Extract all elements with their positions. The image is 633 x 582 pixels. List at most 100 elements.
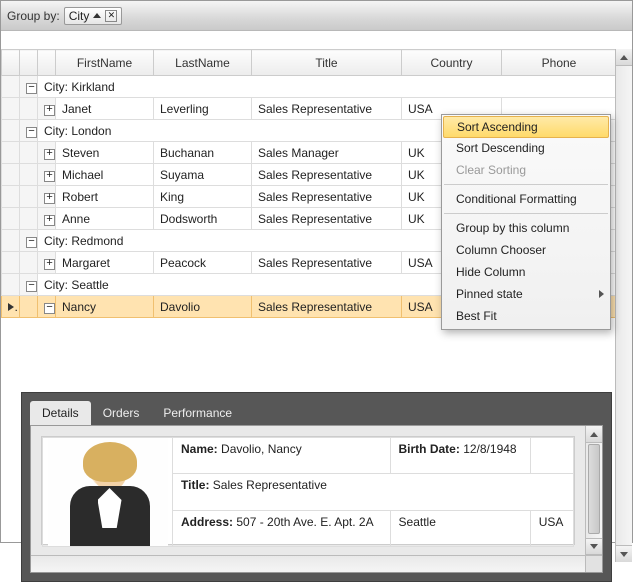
menu-separator (444, 184, 608, 185)
plus-icon[interactable]: + (44, 105, 55, 116)
row-expand-cell[interactable]: + (38, 252, 56, 274)
header-phone[interactable]: Phone (502, 50, 617, 76)
tab-details[interactable]: Details (30, 401, 91, 425)
row-expand-cell[interactable]: + (38, 98, 56, 120)
plus-icon[interactable]: + (44, 193, 55, 204)
menu-item[interactable]: Sort Descending (442, 137, 610, 159)
row-expand-cell[interactable]: + (38, 164, 56, 186)
tab-orders[interactable]: Orders (91, 401, 152, 425)
row-indicator (2, 98, 20, 120)
cell-firstname[interactable]: Robert (56, 186, 154, 208)
chevron-up-icon (590, 432, 598, 437)
detail-title-label: Title: (181, 478, 209, 492)
avatar-cell (43, 438, 173, 547)
plus-icon[interactable]: + (44, 171, 55, 182)
cell-lastname[interactable]: Buchanan (154, 142, 252, 164)
cell-firstname[interactable]: Steven (56, 142, 154, 164)
plus-icon[interactable]: + (44, 149, 55, 160)
plus-icon[interactable]: + (44, 215, 55, 226)
header-country[interactable]: Country (402, 50, 502, 76)
detail-address-label: Address: (181, 515, 233, 529)
grid-vertical-scrollbar[interactable] (615, 49, 632, 562)
cell-title[interactable]: Sales Representative (252, 98, 402, 120)
cell-title[interactable]: Sales Representative (252, 208, 402, 230)
cell-firstname[interactable]: Margaret (56, 252, 154, 274)
group-label[interactable]: City: Kirkland (38, 76, 617, 98)
row-expand-cell[interactable]: + (38, 142, 56, 164)
cell-title[interactable]: Sales Representative (252, 296, 402, 318)
menu-item[interactable]: Pinned state (442, 283, 610, 305)
menu-item[interactable]: Column Chooser (442, 239, 610, 261)
minus-icon[interactable]: − (26, 237, 37, 248)
minus-icon[interactable]: − (26, 281, 37, 292)
row-indicator (2, 76, 20, 98)
detail-birth-value: 12/8/1948 (463, 442, 516, 456)
scroll-down-button[interactable] (586, 538, 602, 555)
tab-performance[interactable]: Performance (151, 401, 244, 425)
header-title[interactable]: Title (252, 50, 402, 76)
cell-lastname[interactable]: King (154, 186, 252, 208)
group-chip-city[interactable]: City ✕ (64, 7, 123, 25)
row-spacer (20, 164, 38, 186)
row-expand-cell[interactable]: − (38, 296, 56, 318)
group-expand-cell[interactable]: − (20, 120, 38, 142)
row-expand-cell[interactable]: + (38, 208, 56, 230)
group-by-label: Group by: (7, 9, 60, 23)
detail-address-cell: Address: 507 - 20th Ave. E. Apt. 2A (173, 510, 391, 546)
minus-icon[interactable]: − (44, 303, 55, 314)
detail-name-cell: Name: Davolio, Nancy (173, 438, 391, 474)
menu-item[interactable]: Conditional Formatting (442, 188, 610, 210)
scroll-down-button[interactable] (616, 545, 632, 562)
sort-asc-icon (93, 13, 101, 18)
detail-city-cell: Seattle (390, 510, 530, 546)
menu-item[interactable]: Best Fit (442, 305, 610, 327)
cell-lastname[interactable]: Dodsworth (154, 208, 252, 230)
header-row: FirstName LastName Title Country Phone (2, 50, 617, 76)
grid-wrap: FirstName LastName Title Country Phone −… (1, 49, 632, 562)
row-spacer (20, 296, 38, 318)
minus-icon[interactable]: − (26, 83, 37, 94)
row-spacer (20, 98, 38, 120)
detail-horizontal-scrollbar[interactable] (31, 555, 585, 572)
row-spacer (20, 208, 38, 230)
row-indicator (2, 120, 20, 142)
cell-lastname[interactable]: Leverling (154, 98, 252, 120)
group-expand-cell[interactable]: − (20, 230, 38, 252)
cell-lastname[interactable]: Suyama (154, 164, 252, 186)
detail-vertical-scrollbar[interactable] (585, 426, 602, 572)
row-indicator (2, 208, 20, 230)
detail-name-label: Name: (181, 442, 218, 456)
group-expand-cell[interactable]: − (20, 274, 38, 296)
row-spacer (20, 252, 38, 274)
scroll-thumb[interactable] (588, 444, 600, 534)
cell-title[interactable]: Sales Manager (252, 142, 402, 164)
group-expand-cell[interactable]: − (20, 76, 38, 98)
header-firstname[interactable]: FirstName (56, 50, 154, 76)
cell-firstname[interactable]: Michael (56, 164, 154, 186)
menu-item[interactable]: Group by this column (442, 217, 610, 239)
row-expand-cell[interactable]: + (38, 186, 56, 208)
cell-title[interactable]: Sales Representative (252, 186, 402, 208)
cell-firstname[interactable]: Janet (56, 98, 154, 120)
minus-icon[interactable]: − (26, 127, 37, 138)
cell-lastname[interactable]: Peacock (154, 252, 252, 274)
detail-birth-label: Birth Date: (399, 442, 460, 456)
header-lastname[interactable]: LastName (154, 50, 252, 76)
cell-firstname[interactable]: Anne (56, 208, 154, 230)
scroll-up-button[interactable] (616, 49, 632, 66)
row-indicator (2, 252, 20, 274)
menu-item[interactable]: Hide Column (442, 261, 610, 283)
plus-icon[interactable]: + (44, 259, 55, 270)
cell-lastname[interactable]: Davolio (154, 296, 252, 318)
close-icon[interactable]: ✕ (105, 10, 117, 22)
menu-item[interactable]: Sort Ascending (443, 116, 609, 138)
scroll-up-button[interactable] (586, 426, 602, 443)
header-expand2 (38, 50, 56, 76)
cell-firstname[interactable]: Nancy (56, 296, 154, 318)
detail-address-value: 507 - 20th Ave. E. Apt. 2A (236, 515, 373, 529)
detail-title-value: Sales Representative (213, 478, 327, 492)
cell-title[interactable]: Sales Representative (252, 252, 402, 274)
avatar (48, 438, 168, 546)
cell-title[interactable]: Sales Representative (252, 164, 402, 186)
row-indicator (2, 186, 20, 208)
